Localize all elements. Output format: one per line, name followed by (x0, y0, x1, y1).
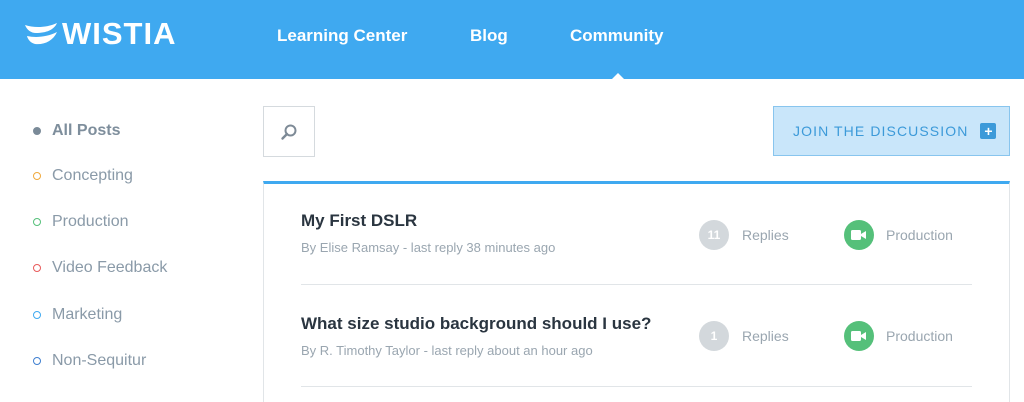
join-discussion-label: JOIN THE DISCUSSION (793, 123, 969, 139)
post-title[interactable]: What size studio background should I use… (301, 314, 651, 334)
video-camera-icon (844, 321, 874, 351)
post-meta: By R. Timothy Taylor - last reply about … (301, 343, 593, 358)
reply-label: Replies (742, 328, 789, 344)
post-divider (301, 386, 972, 387)
category-dot-icon (33, 357, 41, 365)
join-discussion-button[interactable]: JOIN THE DISCUSSION + (773, 106, 1010, 156)
sidebar-item-production[interactable]: Production (33, 213, 129, 231)
sidebar-item-label: Concepting (52, 167, 133, 184)
posts-panel: My First DSLR By Elise Ramsay - last rep… (263, 181, 1010, 402)
category-dot-icon (33, 311, 41, 319)
sidebar-item-label: All Posts (52, 122, 121, 139)
nav-blog[interactable]: Blog (470, 26, 508, 46)
sidebar-item-label: Non-Sequitur (52, 352, 147, 369)
sidebar-item-label: Video Feedback (52, 259, 168, 276)
reply-count-badge: 11 (699, 220, 729, 250)
active-nav-caret (611, 73, 625, 80)
category-dot-icon (33, 127, 41, 135)
video-camera-icon (844, 220, 874, 250)
nav-learning-center[interactable]: Learning Center (277, 26, 407, 46)
post-row[interactable]: What size studio background should I use… (264, 285, 1009, 387)
wistia-logo-text: WISTIA (62, 16, 177, 51)
reply-label: Replies (742, 227, 789, 243)
sidebar-item-all-posts[interactable]: All Posts (33, 122, 120, 140)
wistia-logo-mark-icon (25, 23, 57, 45)
post-category-tag[interactable]: Production (886, 227, 953, 243)
top-navigation-bar: WISTIA Learning Center Blog Community (0, 0, 1024, 80)
search-icon (281, 124, 297, 140)
sidebar-item-marketing[interactable]: Marketing (33, 306, 122, 324)
category-dot-icon (33, 264, 41, 272)
post-row[interactable]: My First DSLR By Elise Ramsay - last rep… (264, 184, 1009, 285)
plus-icon: + (980, 123, 997, 139)
post-category-tag[interactable]: Production (886, 328, 953, 344)
nav-community[interactable]: Community (570, 26, 664, 46)
reply-count-badge: 1 (699, 321, 729, 351)
sidebar-item-video-feedback[interactable]: Video Feedback (33, 259, 167, 277)
sidebar-item-label: Marketing (52, 306, 123, 323)
sidebar-item-non-sequitur[interactable]: Non-Sequitur (33, 352, 146, 370)
post-title[interactable]: My First DSLR (301, 211, 417, 231)
sidebar-item-label: Production (52, 213, 129, 230)
search-button[interactable] (263, 106, 315, 157)
sidebar-item-concepting[interactable]: Concepting (33, 167, 133, 185)
category-dot-icon (33, 172, 41, 180)
wistia-logo[interactable]: WISTIA (24, 17, 177, 51)
category-dot-icon (33, 218, 41, 226)
post-meta: By Elise Ramsay - last reply 38 minutes … (301, 240, 556, 255)
